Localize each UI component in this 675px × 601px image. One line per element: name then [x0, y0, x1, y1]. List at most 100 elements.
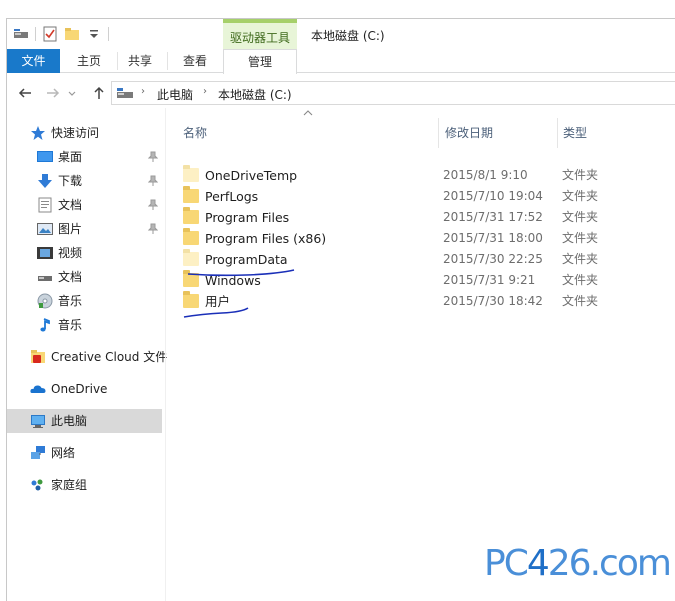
window-title: 本地磁盘 (C:) — [311, 29, 385, 43]
nav-item-music[interactable]: 音乐 — [7, 313, 162, 337]
file-row-perflogs[interactable]: PerfLogs 2015/7/10 19:04 文件夹 — [183, 186, 675, 207]
drive-icon — [117, 87, 133, 99]
file-date: 2015/7/31 9:21 — [443, 273, 536, 287]
file-type: 文件夹 — [562, 273, 599, 287]
navigation-bar: › 此电脑 › 本地磁盘 (C:) — [7, 78, 675, 108]
tab-separator — [167, 52, 168, 70]
file-name: PerfLogs — [205, 189, 259, 204]
folder-icon — [183, 249, 199, 266]
toolbar-separator — [35, 27, 36, 41]
file-type: 文件夹 — [562, 189, 599, 203]
pin-icon[interactable] — [147, 175, 159, 187]
watermark-part: 4 — [526, 543, 550, 584]
file-name: Program Files — [205, 210, 290, 225]
video-icon — [37, 245, 53, 261]
desktop-icon — [37, 149, 53, 165]
watermark-part: PC — [484, 543, 529, 584]
recent-locations-chevron-icon[interactable] — [65, 83, 79, 103]
file-date: 2015/8/1 9:10 — [443, 168, 528, 182]
annotation-underline-users — [183, 307, 249, 318]
watermark-part: .com — [589, 543, 672, 584]
nav-item-onedrive[interactable]: OneDrive — [7, 377, 162, 401]
back-arrow-icon[interactable] — [15, 83, 35, 103]
creative-cloud-icon — [30, 349, 46, 365]
drive-tools-context-header: 驱动器工具 — [223, 19, 297, 49]
toolbar-separator — [108, 27, 109, 41]
file-row-users[interactable]: 用户 2015/7/30 18:42 文件夹 — [183, 291, 675, 312]
ribbon-tabs: 文件 主页 共享 查看 管理 — [7, 49, 675, 74]
nav-item-quick-access[interactable]: 快速访问 — [7, 121, 162, 145]
onedrive-icon — [30, 381, 46, 397]
nav-item-desktop[interactable]: 桌面 — [7, 145, 162, 169]
file-name: Program Files (x86) — [205, 231, 327, 246]
column-header-date[interactable]: 修改日期 — [445, 120, 493, 146]
file-name: OneDriveTemp — [205, 168, 298, 183]
breadcrumb-separator-icon[interactable]: › — [141, 86, 145, 97]
properties-icon[interactable] — [42, 26, 58, 42]
quick-access-toolbar — [13, 26, 115, 42]
forward-arrow-icon[interactable] — [43, 83, 63, 103]
file-date: 2015/7/30 18:42 — [443, 294, 543, 308]
column-divider[interactable] — [438, 118, 439, 148]
folder-icon — [183, 207, 199, 224]
drive-app-icon — [13, 26, 29, 42]
customize-toolbar-icon[interactable] — [86, 26, 102, 42]
pin-icon[interactable] — [147, 223, 159, 235]
file-date: 2015/7/10 19:04 — [443, 189, 543, 203]
column-divider[interactable] — [557, 118, 558, 148]
file-date: 2015/7/31 18:00 — [443, 231, 543, 245]
up-arrow-icon[interactable] — [89, 83, 109, 103]
network-icon — [30, 445, 46, 461]
drive-tools-label: 驱动器工具 — [229, 31, 290, 45]
file-row-onedrivetemp[interactable]: OneDriveTemp 2015/8/1 9:10 文件夹 — [183, 165, 675, 186]
nav-item-creative-cloud[interactable]: Creative Cloud 文件 — [7, 345, 167, 369]
site-watermark: PC426.com — [484, 543, 672, 584]
nav-item-this-pc[interactable]: 此电脑 — [7, 409, 162, 433]
new-folder-icon[interactable] — [64, 26, 80, 42]
download-icon — [37, 173, 53, 189]
nav-item-network[interactable]: 网络 — [7, 441, 162, 465]
folder-icon — [183, 228, 199, 245]
nav-item-homegroup[interactable]: 家庭组 — [7, 473, 162, 497]
file-type: 文件夹 — [562, 168, 599, 182]
file-row-program-files[interactable]: Program Files 2015/7/31 17:52 文件夹 — [183, 207, 675, 228]
nav-item-documents[interactable]: 文档 — [7, 193, 162, 217]
file-type: 文件夹 — [562, 252, 599, 266]
nav-item-pictures[interactable]: 图片 — [7, 217, 162, 241]
folder-icon — [183, 186, 199, 203]
pin-icon[interactable] — [147, 151, 159, 163]
nav-item-videos[interactable]: 视频 — [7, 241, 162, 265]
file-type: 文件夹 — [562, 210, 599, 224]
music-note-icon — [37, 317, 53, 333]
tab-home[interactable]: 主页 — [64, 49, 114, 73]
pictures-icon — [37, 221, 53, 237]
file-type: 文件夹 — [562, 294, 599, 308]
file-date: 2015/7/31 17:52 — [443, 210, 543, 224]
drive-icon — [37, 269, 53, 285]
star-icon — [30, 125, 46, 141]
tab-manage[interactable]: 管理 — [223, 49, 297, 74]
pin-icon[interactable] — [147, 199, 159, 211]
nav-item-downloads[interactable]: 下载 — [7, 169, 162, 193]
annotation-underline-programdata — [187, 269, 295, 277]
address-bar[interactable]: › 此电脑 › 本地磁盘 (C:) — [111, 81, 675, 105]
breadcrumb-this-pc[interactable]: 此电脑 — [157, 86, 193, 103]
tab-view[interactable]: 查看 — [171, 49, 219, 73]
homegroup-icon — [30, 477, 46, 493]
file-row-program-files-x86[interactable]: Program Files (x86) 2015/7/31 18:00 文件夹 — [183, 228, 675, 249]
explorer-window: 驱动器工具 本地磁盘 (C:) 文件 主页 共享 查看 管理 › 此电脑 › 本… — [6, 18, 675, 601]
tab-file[interactable]: 文件 — [7, 49, 60, 73]
file-date: 2015/7/30 22:25 — [443, 252, 543, 266]
title-bar: 驱动器工具 本地磁盘 (C:) — [7, 19, 675, 49]
tab-share[interactable]: 共享 — [118, 49, 162, 73]
column-header-type[interactable]: 类型 — [563, 120, 587, 146]
cd-music-icon — [37, 293, 53, 309]
navigation-pane: 快速访问 桌面 下载 文档 图片 视频 文档 音乐 音乐 Creative Cl… — [7, 108, 167, 601]
file-type: 文件夹 — [562, 231, 599, 245]
breadcrumb-local-disk[interactable]: 本地磁盘 (C:) — [218, 86, 292, 103]
column-header-name[interactable]: 名称 — [183, 120, 207, 146]
breadcrumb-separator-icon[interactable]: › — [203, 86, 207, 97]
sort-ascending-chevron-icon — [303, 109, 313, 120]
nav-item-documents-drive[interactable]: 文档 — [7, 265, 162, 289]
nav-item-music-cd[interactable]: 音乐 — [7, 289, 162, 313]
